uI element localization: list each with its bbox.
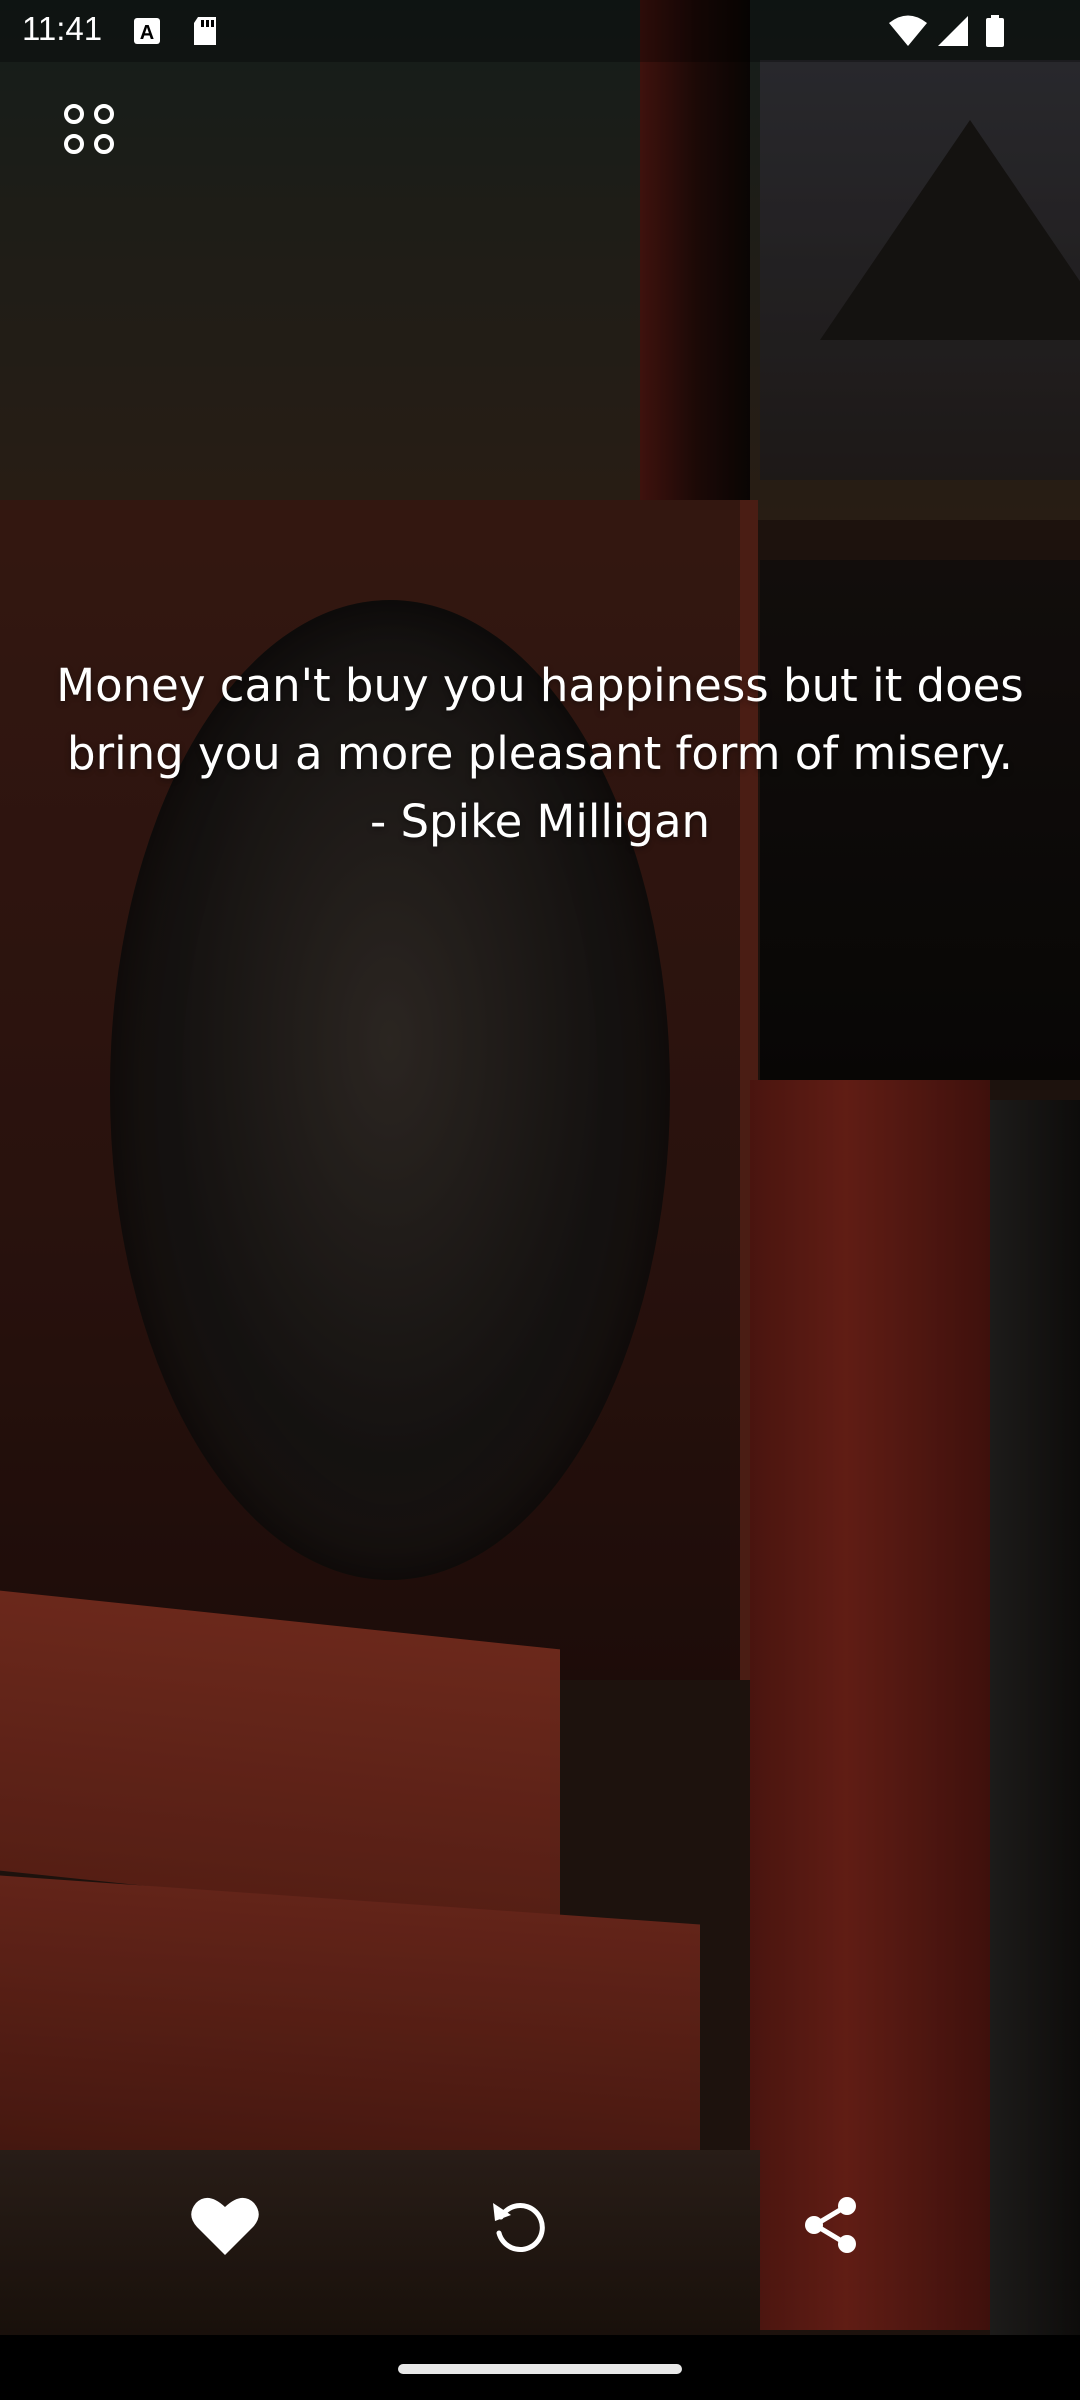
menu-button[interactable]	[60, 100, 120, 160]
wifi-icon	[889, 15, 927, 46]
sd-card-icon	[194, 17, 216, 45]
quote-screen: 11:41 A Money can't buy you happiness bu…	[0, 0, 1080, 2400]
favorite-button[interactable]	[180, 2180, 270, 2270]
quote-card: Money can't buy you happiness but it doe…	[40, 652, 1040, 856]
status-time: 11:41	[22, 10, 103, 47]
home-gesture-handle[interactable]	[398, 2364, 682, 2374]
quote-author: - Spike Milligan	[369, 795, 711, 848]
quote-text: Money can't buy you happiness but it doe…	[56, 659, 1024, 780]
signal-icon	[938, 16, 968, 46]
background-image	[0, 0, 1080, 2340]
refresh-icon	[493, 2203, 545, 2252]
heart-icon	[191, 2197, 259, 2255]
refresh-button[interactable]	[474, 2180, 564, 2270]
svg-text:A: A	[140, 22, 154, 44]
share-icon	[805, 2197, 856, 2253]
status-bar: 11:41 A	[0, 0, 1080, 62]
four-dots-menu-icon	[64, 104, 114, 154]
text-notification-icon: A	[134, 18, 160, 44]
share-button[interactable]	[786, 2180, 876, 2270]
battery-icon	[986, 15, 1004, 47]
